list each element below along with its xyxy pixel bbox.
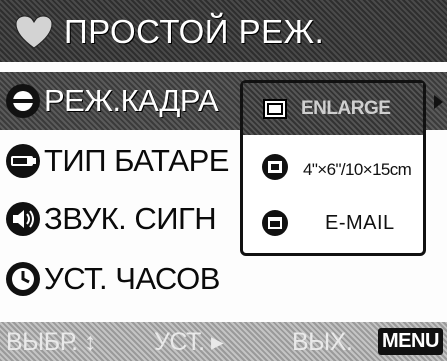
right-arrow-small-icon: ▸ [211, 328, 224, 356]
menu-item-label: ТИП БАТАРЕ [44, 143, 229, 178]
menu-item-label: УСТ. ЧАСОВ [44, 261, 220, 296]
menu-button[interactable]: MENU [378, 328, 443, 355]
menu-item-label: РЕЖ.КАДРА [44, 83, 219, 118]
button-guide-bar: ВЫБР. ↕ УСТ. ▸ ВЫХ. MENU [0, 322, 447, 361]
camera-mode-icon [6, 84, 40, 118]
print-size-icon [262, 154, 288, 180]
speaker-icon [6, 202, 40, 236]
camera-menu-screen: ПРОСТОЙ РЕЖ. РЕЖ.КАДРА ТИП БАТАРЕ ЗВУК. … [0, 0, 447, 361]
enlarge-icon [263, 99, 287, 119]
select-hint-label: ВЫБР. [6, 328, 78, 356]
menu-item-label: ЗВУК. СИГН [44, 201, 217, 236]
set-hint: УСТ. ▸ [154, 328, 224, 356]
heart-icon [15, 15, 53, 49]
submenu-item-label: E-MAIL [325, 212, 395, 234]
exit-hint: ВЫХ. [292, 328, 353, 356]
submenu-item-label: 4"×6"/10×15cm [303, 160, 412, 179]
right-arrow-icon [434, 95, 443, 109]
submenu-item-enlarge[interactable]: ENLARGE [243, 83, 423, 135]
submenu-item-email[interactable]: E-MAIL [243, 197, 423, 249]
submenu-item-print-size[interactable]: 4"×6"/10×15cm [243, 141, 423, 193]
submenu-item-label: ENLARGE [301, 98, 391, 119]
menu-header: ПРОСТОЙ РЕЖ. [0, 0, 447, 62]
clock-icon [6, 262, 40, 296]
battery-icon [6, 144, 40, 178]
submenu-popup: ENLARGE 4"×6"/10×15cm E-MAIL [240, 80, 426, 256]
page-title: ПРОСТОЙ РЕЖ. [64, 13, 325, 50]
email-icon [262, 210, 288, 236]
set-hint-label: УСТ. [154, 328, 205, 356]
select-hint: ВЫБР. ↕ [6, 328, 97, 356]
up-down-arrows-icon: ↕ [84, 328, 97, 356]
